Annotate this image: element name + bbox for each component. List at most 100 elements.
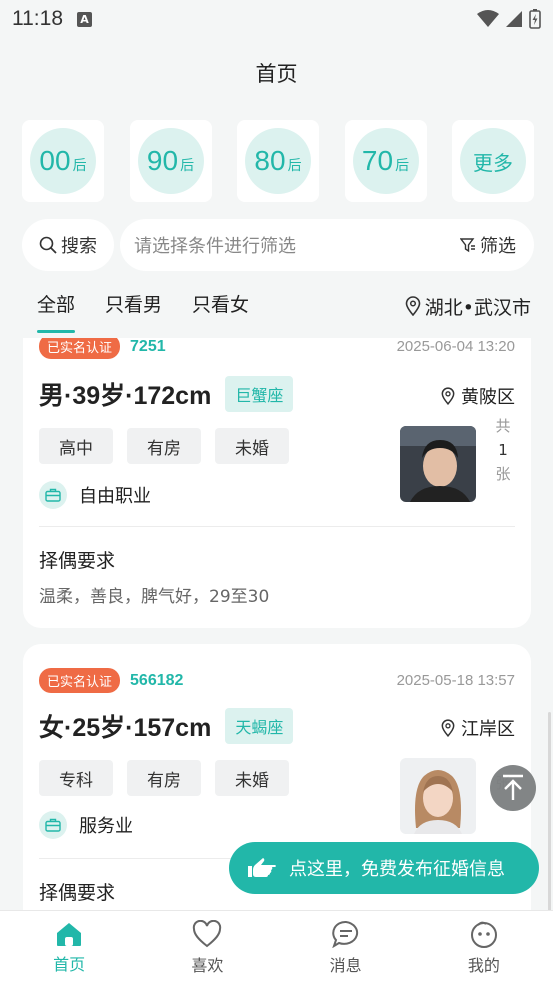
battery-icon	[529, 9, 541, 29]
photo-count-prefix: 共	[495, 417, 511, 435]
briefcase-icon	[39, 481, 67, 509]
profile-icon	[470, 921, 497, 948]
user-id: 7251	[130, 338, 166, 355]
nav-messages[interactable]: 消息	[277, 911, 415, 984]
age-label: 90	[146, 145, 179, 176]
age-circle: 更多	[460, 128, 526, 194]
district-name: 江岸区	[461, 719, 515, 740]
filter-button[interactable]: 筛选	[460, 232, 516, 258]
tag-marital: 未婚	[215, 760, 289, 796]
occupation-text: 自由职业	[79, 486, 151, 507]
post-listing-button[interactable]: 点这里，免费发布征婚信息	[229, 842, 539, 894]
age-filter-00[interactable]: 00 后	[22, 120, 104, 202]
card-divider	[39, 526, 515, 527]
filter-button-label: 筛选	[480, 236, 516, 257]
message-icon	[331, 920, 358, 948]
profile-summary: 男·39岁·172cm	[39, 382, 212, 410]
pointing-hand-icon	[248, 858, 276, 877]
tag-education: 专科	[39, 760, 113, 796]
post-listing-label: 点这里，免费发布征婚信息	[289, 859, 505, 880]
location-pin-icon	[405, 296, 421, 316]
status-icons	[477, 9, 541, 29]
wifi-icon	[477, 10, 499, 27]
nav-like[interactable]: 喜欢	[138, 911, 276, 984]
card-meta-row: 已实名认证 566182 2025-05-18 13:57	[39, 668, 515, 693]
nav-like-label: 喜欢	[191, 955, 224, 975]
search-button[interactable]: 搜索	[22, 219, 114, 271]
profile-list[interactable]: 已实名认证 7251 2025-06-04 13:20 男·39岁·172cm …	[0, 338, 553, 910]
age-label: 更多	[473, 150, 513, 175]
tab-female[interactable]: 只看女	[192, 290, 249, 323]
notification-icon: A	[77, 11, 92, 27]
gender-tabs: 全部 只看男 只看女 湖北•武汉市	[0, 280, 553, 333]
home-icon	[57, 922, 82, 946]
age-label: 00	[39, 145, 71, 176]
nav-profile[interactable]: 我的	[415, 911, 553, 984]
age-suffix: 后	[287, 158, 302, 174]
page-title: 首页	[255, 62, 298, 86]
age-filter-row: 00 后 90 后 80 后 70 后 更多	[22, 120, 534, 202]
filter-icon	[460, 238, 475, 253]
requirement-title: 择偶要求	[39, 550, 116, 572]
tag-education: 高中	[39, 428, 113, 464]
back-to-top-button[interactable]	[490, 765, 536, 811]
profile-card[interactable]: 已实名认证 7251 2025-06-04 13:20 男·39岁·172cm …	[23, 338, 531, 628]
profile-photo[interactable]	[400, 426, 476, 502]
location-text: 湖北•武汉市	[424, 296, 531, 319]
age-suffix: 后	[180, 158, 195, 174]
location-pin-icon	[441, 719, 455, 737]
nav-messages-label: 消息	[329, 955, 362, 975]
card-headline: 男·39岁·172cm 巨蟹座	[39, 376, 294, 412]
post-date: 2025-06-04 13:20	[396, 338, 515, 355]
tag-housing: 有房	[127, 428, 201, 464]
search-icon	[39, 236, 57, 254]
location-pin-icon	[441, 387, 455, 405]
zodiac-tag: 天蝎座	[225, 708, 294, 744]
profile-summary: 女·25岁·157cm	[39, 714, 212, 742]
tab-male[interactable]: 只看男	[105, 290, 162, 323]
nav-home-label: 首页	[53, 954, 86, 974]
location-selector[interactable]: 湖北•武汉市	[405, 293, 531, 320]
filter-placeholder: 请选择条件进行筛选	[134, 236, 296, 257]
bottom-nav: 首页 喜欢 消息 我的	[0, 910, 553, 984]
age-filter-70[interactable]: 70 后	[344, 120, 427, 202]
nav-home[interactable]: 首页	[0, 911, 138, 984]
requirement-title: 择偶要求	[39, 882, 116, 904]
age-filter-90[interactable]: 90 后	[129, 120, 212, 202]
card-headline: 女·25岁·157cm 天蝎座	[39, 708, 294, 744]
filter-input[interactable]: 请选择条件进行筛选 筛选	[120, 219, 534, 271]
tag-housing: 有房	[127, 760, 201, 796]
photo-count-number: 1	[498, 441, 508, 459]
scrollbar[interactable]	[548, 712, 551, 942]
nav-profile-label: 我的	[467, 955, 500, 975]
tab-all[interactable]: 全部	[37, 290, 76, 333]
age-label: 70	[361, 145, 394, 176]
signal-icon	[506, 11, 522, 27]
arrow-up-icon	[503, 774, 523, 800]
verified-badge: 已实名认证	[39, 668, 121, 693]
post-date: 2025-05-18 13:57	[396, 672, 515, 689]
photo-count: 共 1 张	[493, 414, 513, 486]
verified-badge: 已实名认证	[39, 338, 121, 359]
age-suffix: 后	[395, 158, 410, 174]
age-circle: 90 后	[137, 128, 204, 194]
occupation: 服务业	[39, 811, 133, 839]
briefcase-icon	[39, 811, 67, 839]
heart-icon	[193, 919, 222, 947]
district: 江岸区	[441, 715, 515, 741]
user-id: 566182	[130, 671, 184, 689]
occupation: 自由职业	[39, 481, 151, 509]
status-time: 11:18	[12, 7, 63, 30]
age-filter-80[interactable]: 80 后	[237, 120, 319, 202]
district: 黄陂区	[441, 383, 515, 409]
age-filter-more[interactable]: 更多	[452, 120, 534, 202]
profile-photo[interactable]	[400, 758, 476, 834]
card-meta-row: 已实名认证 7251 2025-06-04 13:20	[39, 338, 515, 359]
age-suffix: 后	[72, 158, 87, 174]
tag-list: 高中 有房 未婚	[39, 428, 289, 464]
age-circle: 00 后	[30, 128, 96, 194]
search-button-label: 搜索	[61, 236, 97, 257]
status-bar: 11:18 A	[0, 0, 553, 38]
age-circle: 80 后	[245, 128, 311, 194]
district-name: 黄陂区	[461, 387, 515, 408]
